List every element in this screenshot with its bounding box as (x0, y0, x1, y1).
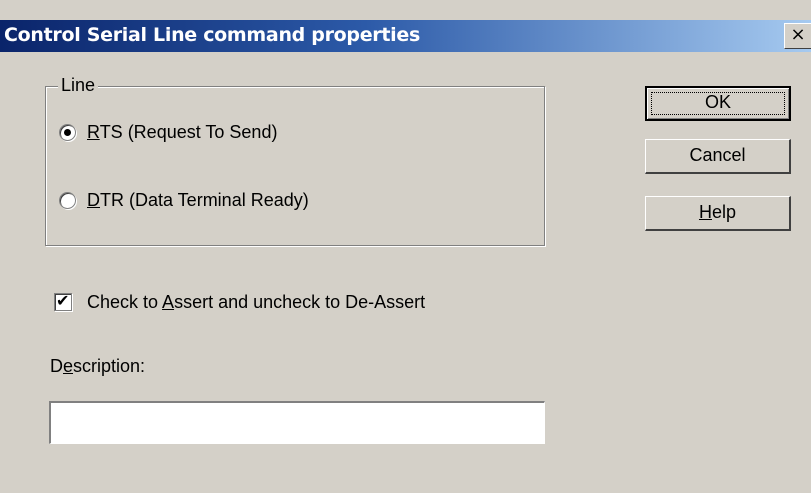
dtr-radio[interactable] (59, 192, 76, 209)
title-bar[interactable]: Control Serial Line command properties × (0, 20, 811, 52)
line-groupbox (45, 86, 545, 246)
cancel-button[interactable]: Cancel (645, 139, 791, 174)
close-icon: × (790, 24, 806, 45)
close-button[interactable]: × (784, 23, 811, 49)
rts-radio-label[interactable]: RTS (Request To Send) (87, 122, 277, 143)
line-group-label: Line (58, 75, 99, 96)
checkmark-icon: ✔ (56, 291, 70, 310)
window-title: Control Serial Line command properties (4, 24, 420, 46)
ok-button[interactable]: OK (645, 86, 791, 121)
help-button[interactable]: Help (645, 196, 791, 231)
radio-selected-dot (64, 129, 71, 136)
dialog-window: Control Serial Line command properties ×… (0, 0, 811, 493)
assert-checkbox-label[interactable]: Check to Assert and uncheck to De-Assert (87, 292, 425, 313)
rts-radio[interactable] (59, 124, 76, 141)
description-input[interactable] (49, 401, 545, 444)
assert-checkbox[interactable]: ✔ (54, 291, 72, 311)
description-label: Description: (50, 356, 146, 376)
dtr-radio-label[interactable]: DTR (Data Terminal Ready) (87, 190, 309, 211)
